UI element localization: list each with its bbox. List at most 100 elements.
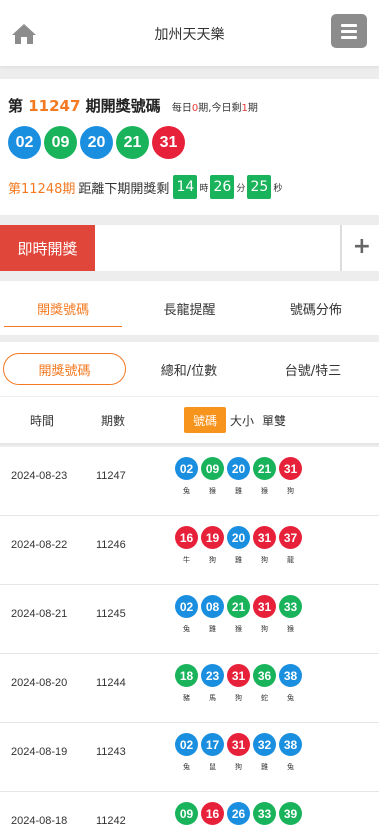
zodiac-label: 猴 xyxy=(235,625,242,633)
result-ball: 17 xyxy=(201,733,224,756)
row-balls: 09 16 26 33 39 xyxy=(175,802,302,830)
result-ball: 38 xyxy=(279,733,302,756)
row-balls: 02 兔 09 猴 20 雞 21 猴 31 狗 xyxy=(175,457,302,496)
left-unit: 期 xyxy=(247,103,258,114)
subtab-draw-numbers[interactable]: 開獎號碼 xyxy=(3,353,126,385)
zodiac-label: 狗 xyxy=(261,625,268,633)
ball-column: 21 猴 xyxy=(227,595,250,634)
ball-column: 21 猴 xyxy=(253,457,276,496)
current-balls: 02 09 20 21 31 xyxy=(8,126,185,159)
zodiac-label: 鼠 xyxy=(209,763,216,771)
zodiac-label: 猴 xyxy=(209,487,216,495)
current-ball: 20 xyxy=(80,126,113,159)
table-row: 2024-08-20 11244 18 豬 23 馬 31 狗 36 蛇 38 兔 xyxy=(0,654,379,723)
result-ball: 21 xyxy=(227,595,250,618)
ball-column: 38 兔 xyxy=(279,664,302,703)
row-date: 2024-08-20 xyxy=(11,677,68,689)
result-ball: 16 xyxy=(201,802,224,825)
current-issue-number: 11247 xyxy=(28,97,81,115)
row-issue: 11244 xyxy=(96,677,126,689)
toggle-big-small[interactable]: 大小 xyxy=(226,407,258,433)
main-tabs: 開獎號碼 長龍提醒 號碼分佈 xyxy=(0,281,379,335)
result-ball: 09 xyxy=(201,457,224,480)
table-row: 2024-08-19 11243 02 兔 17 鼠 31 狗 32 雞 38 兔 xyxy=(0,723,379,792)
subtab-sum-position[interactable]: 總和/位數 xyxy=(130,353,248,385)
ball-column: 16 xyxy=(201,802,224,830)
row-balls: 18 豬 23 馬 31 狗 36 蛇 38 兔 xyxy=(175,664,302,703)
plus-icon[interactable]: + xyxy=(353,235,371,259)
result-ball: 31 xyxy=(227,664,250,687)
zodiac-label: 牛 xyxy=(183,556,190,564)
zodiac-label: 狗 xyxy=(209,556,216,564)
zodiac-label: 狗 xyxy=(261,556,268,564)
table-row: 2024-08-22 11246 16 牛 19 狗 20 雞 31 狗 37 龍 xyxy=(0,516,379,585)
column-time: 時間 xyxy=(30,413,55,428)
ball-column: 23 馬 xyxy=(201,664,224,703)
tab-draw-numbers[interactable]: 開獎號碼 xyxy=(0,281,126,335)
result-ball: 16 xyxy=(175,526,198,549)
row-date: 2024-08-21 xyxy=(11,608,68,620)
current-ball: 02 xyxy=(8,126,41,159)
toggle-number[interactable]: 號碼 xyxy=(184,407,227,433)
column-issue: 期數 xyxy=(101,413,126,428)
minutes-unit: 分 xyxy=(236,183,246,194)
result-ball: 26 xyxy=(227,802,250,825)
table-row: 2024-08-21 11245 02 兔 08 雞 21 猴 31 狗 33 猴 xyxy=(0,585,379,654)
result-ball: 23 xyxy=(201,664,224,687)
result-ball: 32 xyxy=(253,733,276,756)
result-ball: 20 xyxy=(227,457,250,480)
ball-column: 16 牛 xyxy=(175,526,198,565)
ball-column: 31 狗 xyxy=(253,526,276,565)
current-ball: 09 xyxy=(44,126,77,159)
toggle-odd-even[interactable]: 單雙 xyxy=(258,407,290,433)
ball-column: 39 xyxy=(279,802,302,830)
result-ball: 31 xyxy=(279,457,302,480)
ball-column: 36 蛇 xyxy=(253,664,276,703)
ball-column: 17 鼠 xyxy=(201,733,224,772)
daily-unit: 期,今日剩 xyxy=(198,103,242,114)
header: 加州天天樂 xyxy=(0,0,379,66)
ball-column: 09 xyxy=(175,802,198,830)
ball-column: 20 雞 xyxy=(227,457,250,496)
tab-number-distribution[interactable]: 號碼分佈 xyxy=(253,281,379,335)
ball-column: 32 雞 xyxy=(253,733,276,772)
zodiac-label: 蛇 xyxy=(261,694,268,702)
page-title: 加州天天樂 xyxy=(154,27,225,43)
row-issue: 11246 xyxy=(96,539,126,551)
row-issue: 11247 xyxy=(96,470,126,482)
current-ball: 21 xyxy=(116,126,149,159)
result-ball: 02 xyxy=(175,595,198,618)
result-ball: 08 xyxy=(201,595,224,618)
row-date: 2024-08-23 xyxy=(11,470,68,482)
result-ball: 39 xyxy=(279,802,302,825)
ball-column: 02 兔 xyxy=(175,733,198,772)
seconds-unit: 秒 xyxy=(273,183,283,194)
zodiac-label: 馬 xyxy=(209,694,216,702)
current-issue-line: 第 11247 期開獎號碼 每日0期,今日剩1期 xyxy=(8,95,258,116)
ball-column: 31 狗 xyxy=(227,664,250,703)
ball-column: 02 兔 xyxy=(175,457,198,496)
countdown-hours: 14 xyxy=(173,175,198,199)
result-ball: 31 xyxy=(227,733,250,756)
hamburger-menu-icon[interactable] xyxy=(331,14,367,48)
zodiac-label: 猴 xyxy=(287,625,294,633)
subtab-tai-special[interactable]: 台號/特三 xyxy=(254,353,372,385)
row-issue: 11242 xyxy=(96,815,126,827)
result-ball: 36 xyxy=(253,664,276,687)
countdown-seconds: 25 xyxy=(247,175,272,199)
zodiac-label: 兔 xyxy=(287,694,294,702)
row-balls: 16 牛 19 狗 20 雞 31 狗 37 龍 xyxy=(175,526,302,565)
result-ball: 02 xyxy=(175,457,198,480)
result-ball: 33 xyxy=(253,802,276,825)
ball-column: 20 雞 xyxy=(227,526,250,565)
zodiac-label: 兔 xyxy=(183,487,190,495)
live-draw-button[interactable]: 即時開獎 xyxy=(0,225,95,271)
result-ball: 02 xyxy=(175,733,198,756)
sub-tabs: 開獎號碼 總和/位數 台號/特三 xyxy=(0,342,379,396)
result-ball: 18 xyxy=(175,664,198,687)
ball-column: 09 猴 xyxy=(201,457,224,496)
countdown-minutes: 26 xyxy=(210,175,235,199)
row-date: 2024-08-22 xyxy=(11,539,68,551)
tab-long-dragon[interactable]: 長龍提醒 xyxy=(126,281,252,335)
table-row: 2024-08-18 11242 09 16 26 33 39 xyxy=(0,792,379,830)
